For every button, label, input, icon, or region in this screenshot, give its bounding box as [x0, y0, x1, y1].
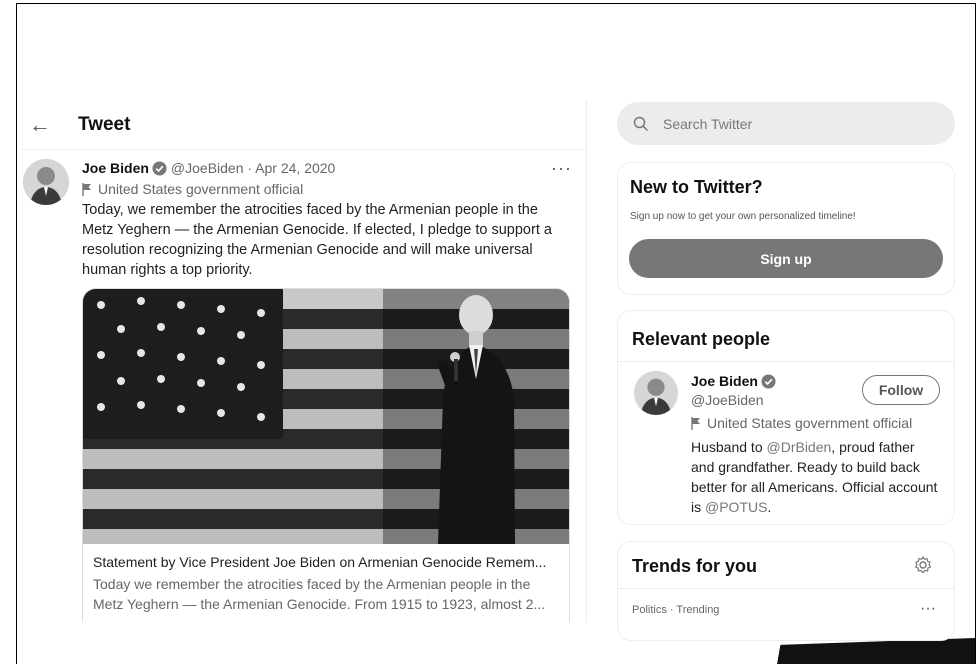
mention-link[interactable]: @POTUS	[705, 499, 767, 515]
signup-note: Sign up now to get your own personalized…	[630, 211, 856, 222]
government-label: United States government official	[82, 181, 576, 197]
trend-meta[interactable]: Politics · Trending	[632, 604, 719, 616]
tweet-author-line: Joe Biden @JoeBiden · Apr 24, 2020	[82, 158, 576, 178]
trends-title: Trends for you	[632, 556, 758, 576]
verified-icon	[761, 373, 776, 389]
search-input[interactable]: Search Twitter	[663, 116, 752, 132]
search-bar[interactable]: Search Twitter	[617, 102, 955, 145]
signup-button[interactable]: Sign up	[629, 239, 943, 278]
relevant-name[interactable]: Joe Biden	[691, 373, 758, 389]
corner-decoration	[769, 638, 975, 664]
relevant-people-title: Relevant people	[632, 329, 771, 349]
back-arrow-icon[interactable]: ←	[22, 107, 58, 143]
government-label: United States government official	[691, 415, 912, 431]
bio-text: Husband to	[691, 439, 767, 455]
follow-button[interactable]: Follow	[862, 375, 940, 405]
card-image	[83, 289, 569, 544]
label-text: United States government official	[707, 415, 913, 431]
tweet: Joe Biden @JoeBiden · Apr 24, 2020 Unite…	[21, 150, 586, 622]
avatar[interactable]	[23, 159, 69, 205]
flag-icon	[82, 182, 91, 196]
divider	[618, 361, 954, 362]
search-icon	[633, 116, 649, 131]
divider	[618, 588, 954, 589]
tweet-header: ← Tweet	[21, 100, 586, 150]
relevant-bio: Husband to @DrBiden, proud father and gr…	[691, 437, 941, 517]
new-to-twitter-panel: New to Twitter? Sign up now to get your …	[617, 162, 955, 295]
relevant-handle[interactable]: @JoeBiden	[691, 392, 764, 408]
flag-icon	[691, 416, 700, 430]
sidebar: Search Twitter New to Twitter? Sign up n…	[617, 102, 955, 641]
relevant-people-panel: Relevant people Joe Biden @JoeBiden Foll…	[617, 310, 955, 525]
mention-link[interactable]: @DrBiden	[767, 439, 832, 455]
link-card[interactable]: Statement by Vice President Joe Biden on…	[82, 288, 570, 622]
label-text: United States government official	[98, 181, 304, 197]
card-meta: Statement by Vice President Joe Biden on…	[83, 544, 569, 622]
bio-text: .	[767, 499, 772, 515]
trends-panel: Trends for you Politics · Trending ···	[617, 541, 955, 641]
page-title: Tweet	[78, 113, 131, 135]
verified-icon	[152, 160, 167, 176]
tweet-column: ← Tweet Joe Biden @JoeBiden · Apr 24, 20…	[21, 100, 587, 622]
author-name[interactable]: Joe Biden	[82, 160, 149, 176]
more-icon[interactable]: ···	[920, 600, 936, 618]
tweet-text: Today, we remember the atrocities faced …	[82, 202, 552, 278]
avatar[interactable]	[634, 371, 678, 415]
new-to-twitter-title: New to Twitter?	[630, 177, 763, 197]
author-handle-date[interactable]: @JoeBiden · Apr 24, 2020	[171, 160, 335, 176]
card-title: Statement by Vice President Joe Biden on…	[93, 554, 547, 570]
relevant-name-line: Joe Biden	[691, 373, 780, 389]
gear-icon[interactable]	[914, 556, 932, 574]
more-icon[interactable]: ···	[551, 158, 572, 179]
card-description: Today we remember the atrocities faced b…	[93, 576, 546, 612]
